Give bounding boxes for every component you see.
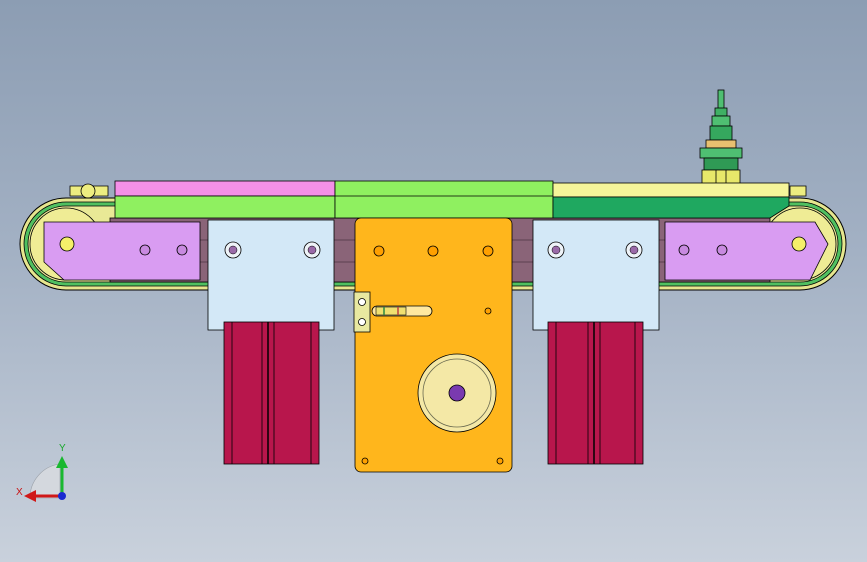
right-cylinder-bracket: [532, 219, 660, 331]
conveyor-assembly-model[interactable]: [0, 0, 867, 562]
motor-shaft: [448, 384, 466, 402]
right-side-plate: [664, 221, 829, 281]
tension-block: [353, 291, 371, 333]
coordinate-triad-icon: [24, 456, 68, 502]
left-air-cylinder: [223, 321, 320, 465]
cad-viewport[interactable]: Y X: [0, 0, 867, 562]
right-air-cylinder: [547, 321, 644, 465]
proximity-sensor[interactable]: [699, 89, 743, 185]
x-axis-label: X: [16, 487, 23, 498]
belt-segment-yellow: [552, 182, 790, 198]
right-end-cap: [789, 185, 807, 197]
y-axis-label: Y: [59, 443, 66, 454]
belt-segment-pink: [114, 180, 336, 197]
belt-segment-green-left: [114, 195, 336, 219]
left-cylinder-bracket: [207, 219, 335, 331]
belt-segment-green-center: [334, 180, 554, 219]
belt-segment-darkgreen: [552, 196, 790, 219]
